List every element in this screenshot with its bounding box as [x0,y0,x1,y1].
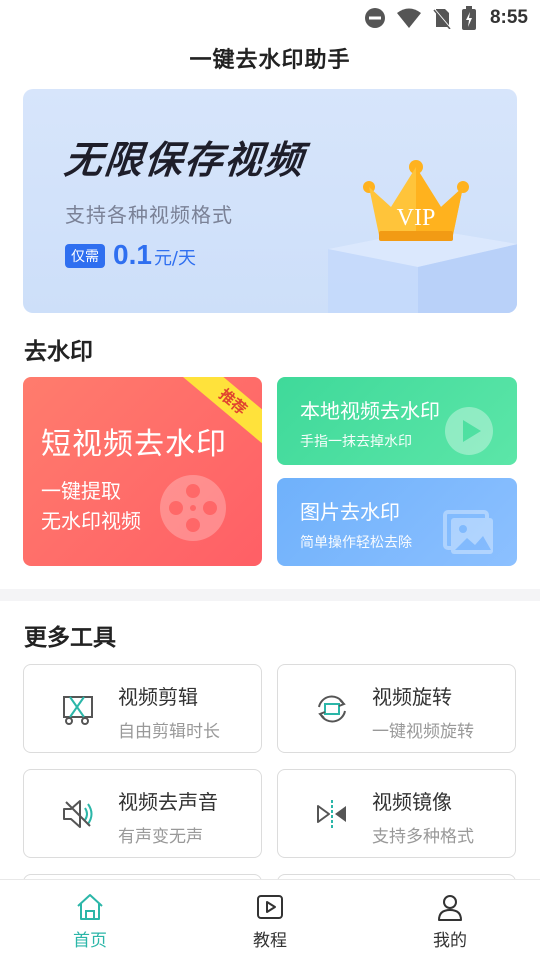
play-circle-icon [445,407,493,455]
film-reel-icon [160,475,226,541]
tool-name: 视频镜像 [372,790,452,814]
tool-video-mirror[interactable]: 视频镜像 支持多种格式 [277,769,516,858]
video-cut-icon [63,696,93,725]
status-bar: 8:55 [0,0,540,36]
dnd-icon [364,8,385,28]
card-line-1: 一键提取 [41,479,121,503]
vip-banner[interactable]: VIP 无限保存视频 支持各种视频格式 仅需 0.1 元/天 [23,89,517,313]
battery-icon [461,6,476,30]
nav-label: 我的 [433,931,467,951]
vip-crown-icon: VIP [363,160,469,241]
nav-home[interactable]: 首页 [40,892,140,951]
tool-video-cut[interactable]: 视频剪辑 自由剪辑时长 [23,664,262,753]
tool-video-rotate[interactable]: 视频旋转 一键视频旋转 [277,664,516,753]
video-rotate-icon [318,695,346,723]
card-title: 短视频去水印 [41,427,227,462]
tools-section-title: 更多工具 [24,625,116,651]
card-title: 本地视频去水印 [300,399,440,423]
tool-desc: 一键视频旋转 [372,722,474,742]
card-subtitle: 手指一抹去掉水印 [300,434,412,450]
wifi-icon [396,8,421,28]
image-watermark-card[interactable]: 图片去水印 简单操作轻松去除 [277,478,517,566]
nav-label: 教程 [253,931,287,951]
nav-profile[interactable]: 我的 [400,892,500,951]
card-line-2: 无水印视频 [41,509,141,533]
vip-label: VIP [397,205,436,231]
watermark-section-title: 去水印 [24,339,93,365]
image-icon [443,510,493,554]
page-title: 一键去水印助手 [189,48,351,73]
tool-desc: 支持多种格式 [372,827,474,847]
tool-name: 视频去声音 [118,790,218,814]
price-unit: 元/天 [153,248,197,269]
bottom-nav: 首页 教程 我的 [0,879,540,960]
card-title: 图片去水印 [300,500,400,524]
price-value: 0.1 [113,239,152,270]
card-subtitle: 简单操作轻松去除 [300,535,412,551]
play-icon [257,895,283,919]
no-sim-icon [433,8,451,29]
section-divider [0,589,540,601]
tool-desc: 有声变无声 [118,827,203,847]
tool-desc: 自由剪辑时长 [118,722,220,742]
local-video-watermark-card[interactable]: 本地视频去水印 手指一抹去掉水印 [277,377,517,465]
tool-name: 视频旋转 [372,685,452,709]
mute-icon [63,800,93,828]
short-video-watermark-card[interactable]: 推荐 短视频去水印 一键提取 无水印视频 [23,377,262,566]
banner-title: 无限保存视频 [62,138,307,182]
user-icon [438,895,462,921]
mirror-icon [317,800,346,828]
nav-tutorial[interactable]: 教程 [220,892,320,951]
status-time: 8:55 [489,7,528,28]
price-row: 仅需 0.1 元/天 [65,239,196,271]
banner-subtitle: 支持各种视频格式 [65,203,233,227]
tool-video-mute[interactable]: 视频去声音 有声变无声 [23,769,262,858]
nav-label: 首页 [73,931,107,951]
status-icons: 8:55 [364,6,528,30]
tool-name: 视频剪辑 [118,685,198,709]
price-tag: 仅需 [65,244,105,268]
ribbon-label: 推荐 [215,385,251,419]
home-icon [77,894,103,920]
